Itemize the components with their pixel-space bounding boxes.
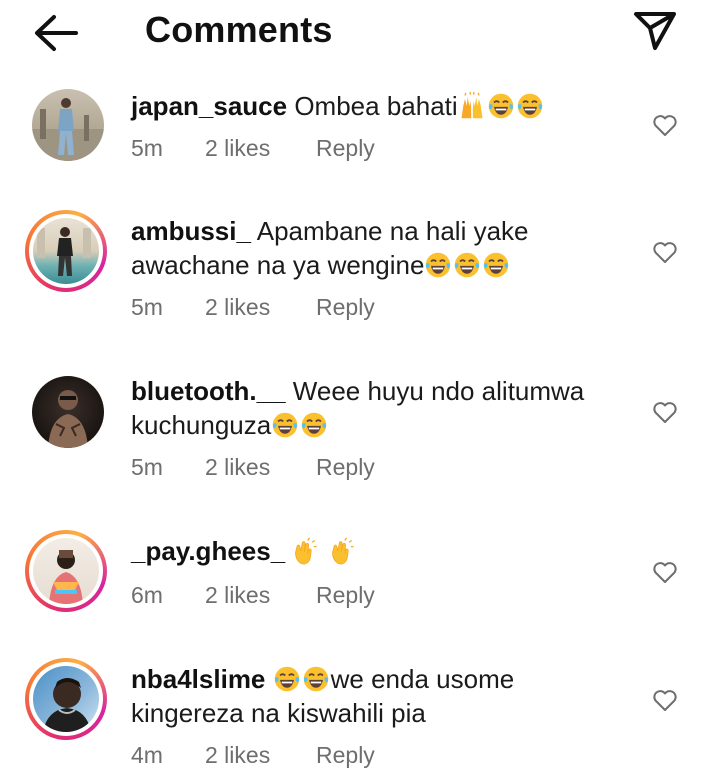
comment-likes[interactable]: 2 likes <box>205 742 316 769</box>
comment-body: awachane na ya wengine <box>131 250 425 280</box>
comment-text: bluetooth.__ Weee huyu ndo alitumwa kuch… <box>131 374 631 442</box>
paper-plane-icon <box>634 12 676 50</box>
laughing-emoji-icon <box>273 665 301 693</box>
comment-meta: 5m 2 likes Reply <box>131 454 375 481</box>
comment-username[interactable]: nba4lslime <box>131 664 265 694</box>
laughing-emoji-icon <box>271 411 299 439</box>
comment-meta: 4m 2 likes Reply <box>131 742 375 769</box>
reply-button[interactable]: Reply <box>316 294 375 321</box>
laughing-emoji-icon <box>453 251 481 279</box>
comment-body: Apambane na hali yake <box>256 216 529 246</box>
comment-text: _pay.ghees_ <box>131 534 631 568</box>
reply-button[interactable]: Reply <box>316 454 375 481</box>
heart-outline-icon[interactable] <box>652 400 678 424</box>
comment-likes[interactable]: 2 likes <box>205 135 316 162</box>
comment-likes[interactable]: 2 likes <box>205 294 316 321</box>
clapping-hands-icon <box>329 537 357 565</box>
laughing-emoji-icon <box>487 92 515 120</box>
comment-username[interactable]: ambussi_ <box>131 216 251 246</box>
avatar[interactable] <box>25 658 107 740</box>
share-button[interactable] <box>630 8 680 54</box>
comment-time: 6m <box>131 582 163 608</box>
comment-text: nba4lslime we enda usome kingereza na ki… <box>131 662 631 730</box>
comment-time: 4m <box>131 742 163 768</box>
header-bar: Comments <box>0 0 720 64</box>
comment-time: 5m <box>131 454 163 480</box>
heart-outline-icon[interactable] <box>652 240 678 264</box>
comment-meta: 5m 2 likes Reply <box>131 135 375 162</box>
reply-button[interactable]: Reply <box>316 135 375 162</box>
heart-outline-icon[interactable] <box>652 688 678 712</box>
raising-hands-icon <box>458 92 486 120</box>
laughing-emoji-icon <box>516 92 544 120</box>
laughing-emoji-icon <box>302 665 330 693</box>
comment-time: 5m <box>131 135 163 161</box>
comment-body: Weee huyu ndo alitumwa <box>292 376 585 406</box>
laughing-emoji-icon <box>482 251 510 279</box>
avatar[interactable] <box>32 89 104 161</box>
comment-body: kingereza na kiswahili pia <box>131 698 426 728</box>
avatar[interactable] <box>25 530 107 612</box>
arrow-left-icon <box>35 15 78 51</box>
comment-text: ambussi_ Apambane na hali yake awachane … <box>131 214 631 282</box>
comment-time: 5m <box>131 294 163 320</box>
back-button[interactable] <box>30 12 82 54</box>
comment-body: kuchunguza <box>131 410 272 440</box>
comment-username[interactable]: japan_sauce <box>131 91 287 121</box>
comment-likes[interactable]: 2 likes <box>205 582 316 609</box>
comment-body: we enda usome <box>330 664 515 694</box>
comment-likes[interactable]: 2 likes <box>205 454 316 481</box>
comment-text: japan_sauce Ombea bahati <box>131 89 631 123</box>
comment-username[interactable]: bluetooth.__ <box>131 376 286 406</box>
avatar[interactable] <box>32 376 104 448</box>
laughing-emoji-icon <box>300 411 328 439</box>
comment-username[interactable]: _pay.ghees_ <box>131 536 285 566</box>
heart-outline-icon[interactable] <box>652 560 678 584</box>
comment-body: Ombea bahati <box>294 91 458 121</box>
heart-outline-icon[interactable] <box>652 113 678 137</box>
clapping-hands-icon <box>292 537 320 565</box>
laughing-emoji-icon <box>424 251 452 279</box>
comment-meta: 6m 2 likes Reply <box>131 582 375 609</box>
avatar[interactable] <box>25 210 107 292</box>
reply-button[interactable]: Reply <box>316 742 375 769</box>
reply-button[interactable]: Reply <box>316 582 375 609</box>
comment-meta: 5m 2 likes Reply <box>131 294 375 321</box>
page-title: Comments <box>145 9 333 50</box>
